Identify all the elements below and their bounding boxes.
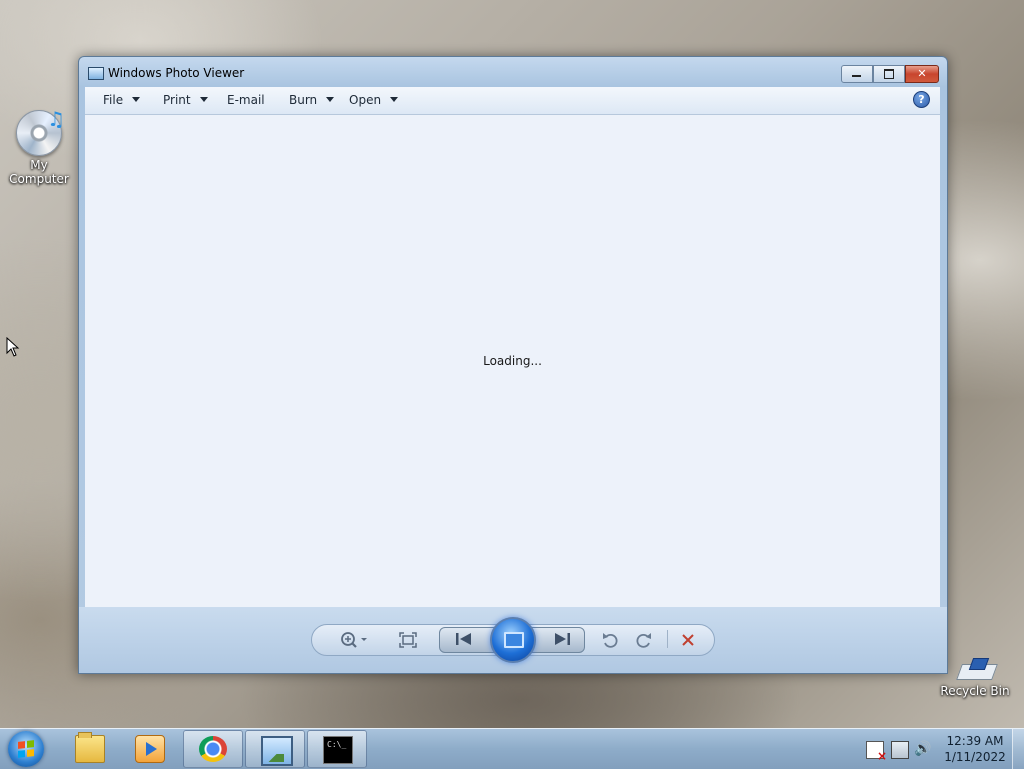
clock-date: 1/11/2022 (944, 750, 1006, 764)
taskbar-windows-media-player[interactable] (120, 730, 178, 766)
action-center-flag-icon[interactable] (866, 741, 887, 763)
minimize-button[interactable] (841, 65, 873, 83)
chevron-down-icon (199, 97, 208, 102)
image-viewport: Loading... (85, 115, 940, 607)
media-player-icon (135, 735, 165, 763)
actual-size-button[interactable] (399, 632, 417, 648)
chevron-down-icon (132, 97, 141, 102)
desktop-icon-label: My Computer (9, 158, 69, 186)
windows-logo-icon (18, 740, 34, 758)
desktop-icon-label: Recycle Bin (940, 684, 1010, 698)
slideshow-button[interactable] (490, 617, 536, 663)
playback-controls-bar (79, 607, 947, 673)
desktop-icon-my-computer[interactable]: My Computer (0, 107, 79, 186)
taskbar: 🔊 12:39 AM 1/11/2022 (0, 728, 1024, 769)
mouse-cursor-icon (6, 337, 20, 357)
taskbar-windows-photo-viewer[interactable] (245, 730, 305, 768)
toolbar-divider (667, 630, 668, 648)
taskbar-google-chrome[interactable] (183, 730, 243, 768)
loading-status: Loading... (483, 354, 542, 368)
show-desktop-button[interactable] (1012, 729, 1024, 769)
taskbar-command-prompt[interactable] (307, 730, 367, 768)
cd-music-icon (16, 107, 65, 156)
rotate-clockwise-button[interactable] (635, 631, 653, 649)
start-button[interactable] (8, 731, 44, 767)
minimize-icon (852, 75, 861, 77)
window-title: Windows Photo Viewer (108, 66, 245, 80)
menu-file[interactable]: File (103, 93, 141, 107)
chevron-down-icon (326, 97, 335, 102)
help-button[interactable]: ? (913, 91, 930, 108)
help-icon: ? (918, 93, 925, 106)
close-icon: ✕ (917, 67, 927, 80)
folder-icon (75, 732, 105, 763)
volume-icon[interactable]: 🔊 (914, 741, 931, 757)
chrome-icon (199, 736, 227, 762)
system-clock[interactable]: 12:39 AM 1/11/2022 (940, 733, 1010, 765)
clock-time: 12:39 AM (946, 734, 1004, 748)
photo-viewer-icon (261, 736, 293, 766)
previous-button[interactable] (455, 632, 473, 646)
chevron-down-icon (390, 97, 399, 102)
menu-bar: File Print E-mail Burn Open ? (85, 87, 940, 115)
slideshow-icon (504, 632, 524, 648)
taskbar-windows-explorer[interactable] (60, 730, 118, 766)
command-prompt-icon (323, 736, 353, 764)
menu-open[interactable]: Open (349, 93, 399, 107)
rotate-counterclockwise-button[interactable] (601, 631, 619, 649)
delete-button[interactable] (681, 633, 695, 647)
photo-viewer-window: Windows Photo Viewer ✕ File Print E-mail… (78, 56, 948, 674)
title-bar[interactable]: Windows Photo Viewer ✕ (79, 57, 947, 87)
menu-print[interactable]: Print (163, 93, 208, 107)
maximize-icon (884, 69, 894, 79)
recycle-bin-icon (955, 656, 998, 682)
menu-email[interactable]: E-mail (227, 93, 265, 107)
menu-burn[interactable]: Burn (289, 93, 335, 107)
network-icon[interactable] (891, 741, 909, 759)
zoom-button[interactable] (339, 631, 371, 649)
close-button[interactable]: ✕ (905, 65, 939, 83)
next-button[interactable] (553, 632, 571, 646)
photo-viewer-app-icon (88, 67, 104, 80)
maximize-button[interactable] (873, 65, 905, 83)
